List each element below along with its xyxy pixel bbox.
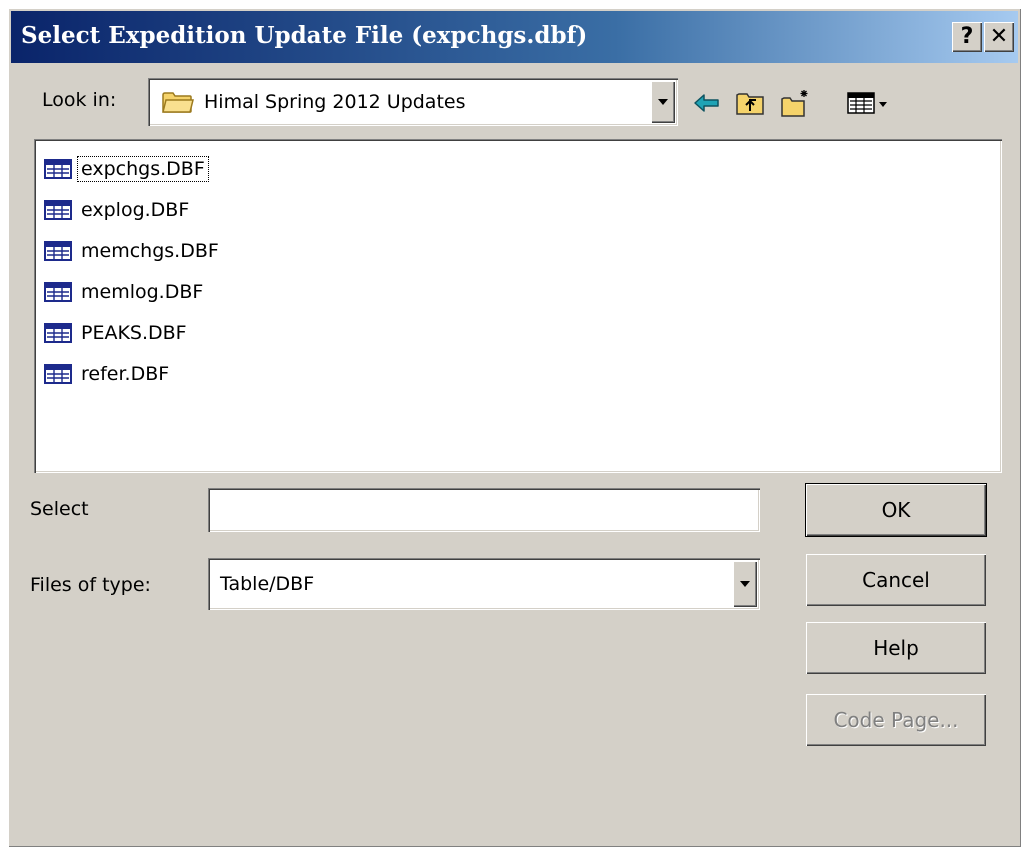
file-dialog: Select Expedition Update File (expchgs.d… bbox=[8, 8, 1021, 847]
close-icon: ✕ bbox=[989, 24, 1009, 49]
up-folder-icon[interactable] bbox=[735, 88, 765, 118]
ok-button[interactable]: OK bbox=[806, 484, 986, 536]
table-file-icon bbox=[44, 282, 72, 302]
select-input[interactable] bbox=[208, 488, 760, 532]
table-file-icon bbox=[44, 200, 72, 220]
files-of-type-label: Files of type: bbox=[30, 574, 151, 596]
file-item[interactable]: memlog.DBF bbox=[44, 277, 206, 307]
look-in-value: Himal Spring 2012 Updates bbox=[204, 91, 466, 113]
table-file-icon bbox=[44, 241, 72, 261]
help-title-button[interactable]: ? bbox=[952, 22, 982, 52]
cancel-button[interactable]: Cancel bbox=[806, 554, 986, 606]
dialog-title: Select Expedition Update File (expchgs.d… bbox=[21, 22, 588, 49]
file-item[interactable]: refer.DBF bbox=[44, 359, 172, 389]
code-page-button[interactable]: Code Page... bbox=[806, 694, 986, 746]
file-item[interactable]: PEAKS.DBF bbox=[44, 318, 190, 348]
files-of-type-dropdown-button[interactable] bbox=[733, 561, 757, 607]
close-button[interactable]: ✕ bbox=[984, 22, 1014, 52]
file-item[interactable]: explog.DBF bbox=[44, 195, 192, 225]
title-bar[interactable]: Select Expedition Update File (expchgs.d… bbox=[11, 11, 1018, 63]
file-name: memlog.DBF bbox=[81, 281, 204, 303]
file-name: memchgs.DBF bbox=[81, 240, 219, 262]
question-icon: ? bbox=[960, 24, 974, 49]
file-name: PEAKS.DBF bbox=[81, 322, 187, 344]
file-list[interactable]: expchgs.DBF explog.DBF memchgs.DBF memlo… bbox=[34, 139, 1002, 473]
file-item[interactable]: expchgs.DBF bbox=[44, 154, 209, 184]
files-of-type-value: Table/DBF bbox=[220, 573, 315, 595]
table-file-icon bbox=[44, 159, 72, 179]
help-button[interactable]: Help bbox=[806, 622, 986, 674]
file-name: refer.DBF bbox=[81, 363, 170, 385]
folder-icon bbox=[162, 92, 194, 113]
files-of-type-dropdown[interactable]: Table/DBF bbox=[208, 558, 760, 610]
file-item[interactable]: memchgs.DBF bbox=[44, 236, 222, 266]
look-in-dropdown[interactable]: Himal Spring 2012 Updates bbox=[148, 78, 678, 126]
look-in-dropdown-button[interactable] bbox=[651, 81, 675, 123]
back-arrow-icon[interactable] bbox=[692, 88, 722, 118]
view-menu-icon[interactable] bbox=[846, 88, 890, 118]
table-file-icon bbox=[44, 364, 72, 384]
new-folder-icon[interactable] bbox=[780, 88, 810, 118]
table-file-icon bbox=[44, 323, 72, 343]
file-name: explog.DBF bbox=[81, 199, 190, 221]
file-name: expchgs.DBF bbox=[77, 156, 209, 182]
select-label: Select bbox=[30, 498, 89, 520]
look-in-label: Look in: bbox=[42, 89, 117, 111]
